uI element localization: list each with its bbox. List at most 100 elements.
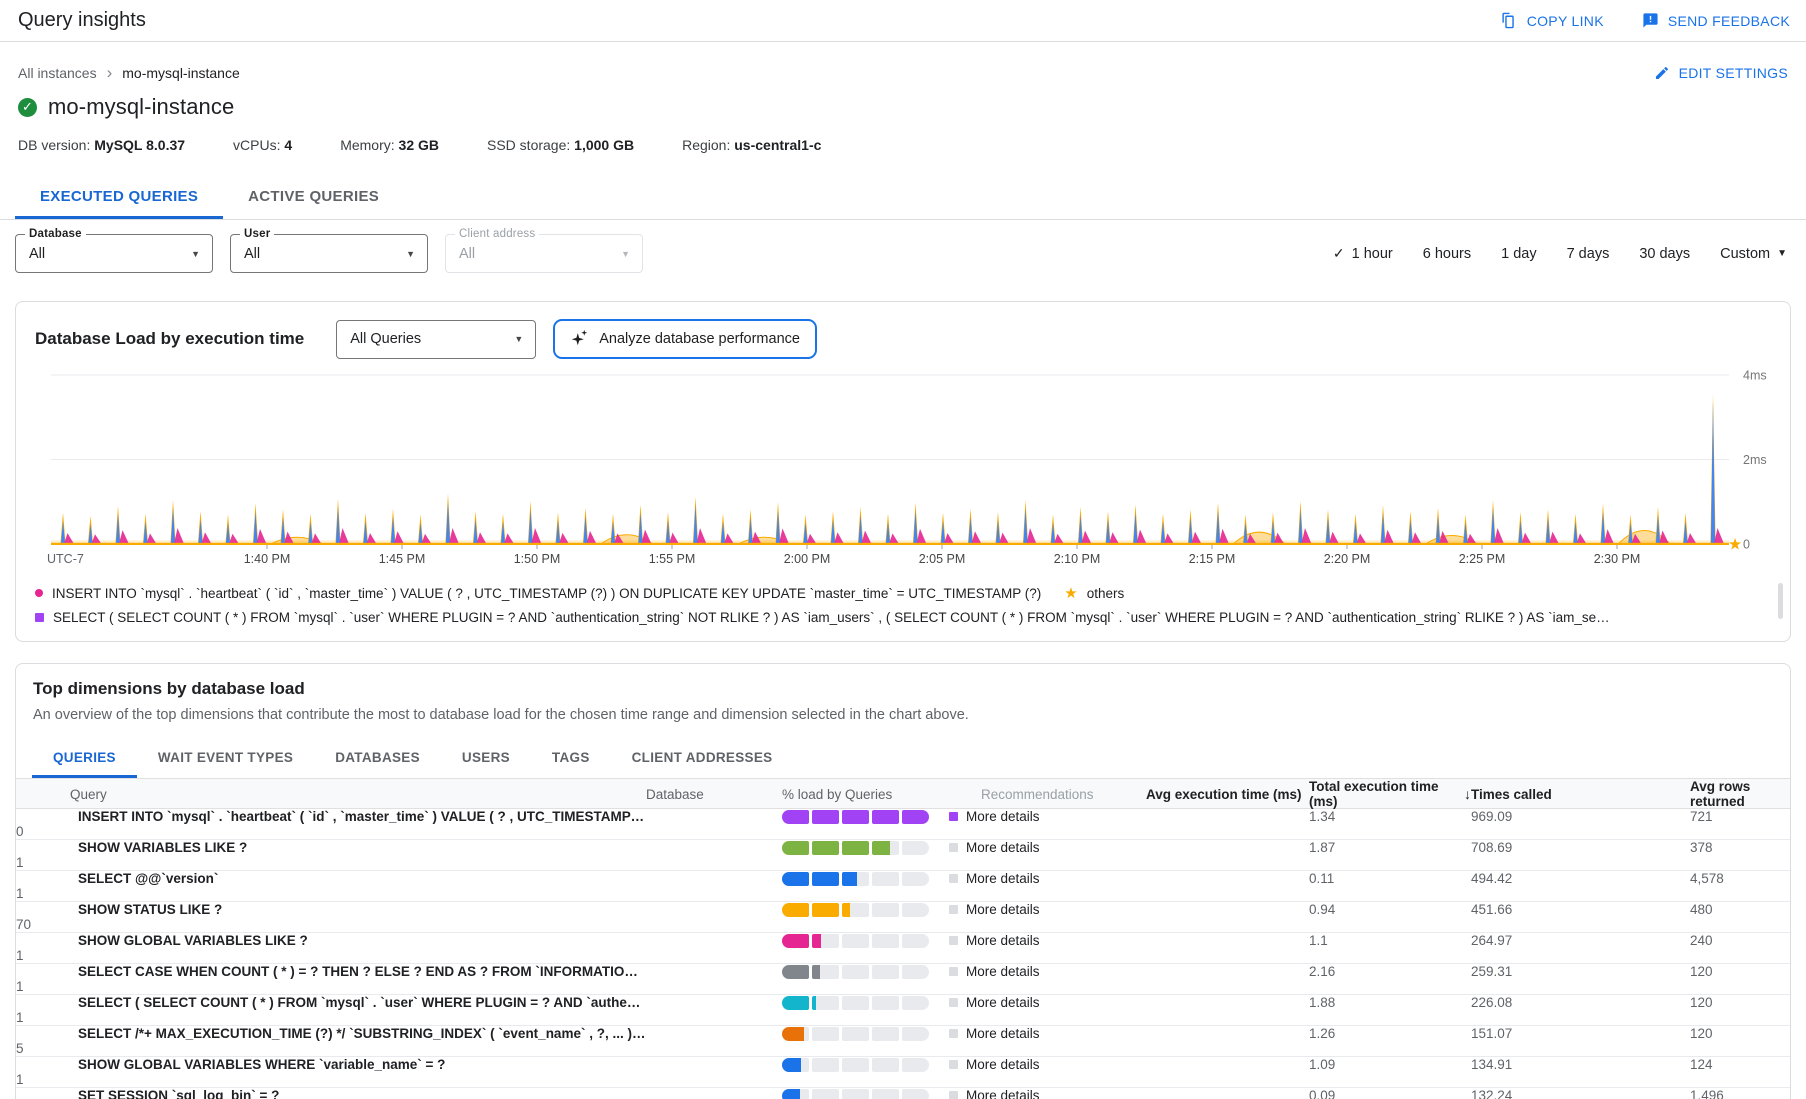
legend-others-label[interactable]: others (1087, 586, 1125, 601)
load-bar-segment (782, 841, 809, 855)
column-header-total-execution-time-ms-[interactable]: Total execution time (ms)↓ (1309, 779, 1471, 809)
query-cell[interactable]: SHOW VARIABLES LIKE ? (16, 840, 646, 855)
avg-execution-time-cell: 1.09 (1309, 1057, 1471, 1072)
filter-user[interactable]: UserAll▼ (230, 234, 428, 273)
load-bar-fill (812, 841, 839, 855)
send-feedback-button[interactable]: SEND FEEDBACK (1642, 12, 1790, 29)
load-bar-fill (842, 872, 857, 886)
query-color-marker (949, 843, 958, 852)
breadcrumb-row: All instances › mo-mysql-instance EDIT S… (15, 64, 1791, 81)
avg-execution-time-cell: 2.16 (1309, 964, 1471, 979)
tab-executed-queries[interactable]: EXECUTED QUERIES (15, 175, 223, 219)
load-bar-fill (782, 1058, 801, 1072)
analyze-database-performance-button[interactable]: Analyze database performance (553, 319, 817, 359)
svg-text:1:40 PM: 1:40 PM (244, 552, 291, 566)
breadcrumb-current: mo-mysql-instance (122, 65, 239, 81)
dimension-tab-tags[interactable]: TAGS (531, 738, 611, 778)
query-color-marker (949, 1091, 958, 1099)
chevron-down-icon: ▼ (514, 334, 523, 344)
more-details-link[interactable]: More details (966, 1026, 1040, 1041)
load-bar-segment (812, 810, 839, 824)
more-details-cell: More details (949, 871, 1146, 886)
query-cell[interactable]: SELECT ( SELECT COUNT ( * ) FROM `mysql`… (16, 995, 646, 1010)
load-bar-segment (842, 965, 869, 979)
svg-text:0: 0 (1743, 538, 1750, 552)
load-bar-segment (812, 841, 839, 855)
legend-item[interactable]: SELECT ( SELECT COUNT ( * ) FROM `mysql`… (35, 605, 1771, 629)
more-details-link[interactable]: More details (966, 1057, 1040, 1072)
time-range-custom[interactable]: Custom▼ (1720, 246, 1787, 262)
load-bar-segment (782, 965, 809, 979)
more-details-link[interactable]: More details (966, 995, 1040, 1010)
legend-scrollbar[interactable] (1778, 583, 1783, 619)
load-bar-fill (842, 903, 850, 917)
more-details-link[interactable]: More details (966, 809, 1040, 824)
query-color-marker (949, 1060, 958, 1069)
svg-text:2:15 PM: 2:15 PM (1189, 552, 1236, 566)
dimension-tab-databases[interactable]: DATABASES (314, 738, 441, 778)
copy-link-button[interactable]: COPY LINK (1501, 12, 1604, 29)
filter-database[interactable]: DatabaseAll▼ (15, 234, 213, 273)
query-color-marker (949, 812, 958, 821)
query-cell[interactable]: SET SESSION `sql_log_bin` = ? (16, 1088, 646, 1099)
dimension-tab-users[interactable]: USERS (441, 738, 531, 778)
more-details-link[interactable]: More details (966, 964, 1040, 979)
time-range-7-days[interactable]: 7 days (1567, 246, 1610, 262)
load-bar-segment (812, 1058, 839, 1072)
svg-text:2:00 PM: 2:00 PM (784, 552, 831, 566)
dimension-tab-wait-event-types[interactable]: WAIT EVENT TYPES (137, 738, 314, 778)
more-details-link[interactable]: More details (966, 902, 1040, 917)
load-bar-fill (812, 934, 821, 948)
query-cell[interactable]: INSERT INTO `mysql` . `heartbeat` ( `id`… (16, 809, 646, 824)
more-details-link[interactable]: More details (966, 871, 1040, 886)
query-cell[interactable]: SELECT @@`version` (16, 871, 646, 886)
load-bar (782, 872, 929, 886)
load-cell (782, 841, 949, 855)
top-dimensions-title: Top dimensions by database load (16, 679, 1790, 699)
load-bar-segment (902, 841, 929, 855)
chevron-down-icon: ▼ (191, 249, 200, 259)
query-cell[interactable]: SHOW GLOBAL VARIABLES WHERE `variable_na… (16, 1057, 646, 1072)
more-details-cell: More details (949, 809, 1146, 824)
load-bar-segment (872, 1089, 899, 1099)
more-details-link[interactable]: More details (966, 1088, 1040, 1099)
load-bar-segment (812, 872, 839, 886)
query-cell[interactable]: SHOW GLOBAL VARIABLES LIKE ? (16, 933, 646, 948)
more-details-link[interactable]: More details (966, 933, 1040, 948)
edit-settings-button[interactable]: EDIT SETTINGS (1654, 65, 1788, 81)
column-header-avg-execution-time-ms-[interactable]: Avg execution time (ms) (1146, 787, 1309, 802)
filter-value: All (459, 246, 475, 262)
load-bar-segment (902, 934, 929, 948)
column-header-avg-rows-returned[interactable]: Avg rows returned (1690, 779, 1790, 809)
load-bar-fill (812, 903, 839, 917)
time-range-1-hour[interactable]: ✓1 hour (1333, 245, 1393, 262)
column-header-times-called[interactable]: Times called (1471, 787, 1690, 802)
time-range-label: Custom (1720, 246, 1770, 262)
legend-item[interactable]: INSERT INTO `mysql` . `heartbeat` ( `id`… (35, 581, 1771, 605)
query-color-marker (949, 874, 958, 883)
dimension-tab-queries[interactable]: QUERIES (32, 738, 137, 778)
table-row: SELECT ( SELECT COUNT ( * ) FROM `mysql`… (16, 995, 1790, 1026)
tab-active-queries[interactable]: ACTIVE QUERIES (223, 175, 404, 219)
query-filter-select[interactable]: All Queries ▼ (336, 320, 536, 359)
times-called-cell: 4,578 (1690, 871, 1790, 886)
query-cell[interactable]: SELECT /*+ MAX_EXECUTION_TIME (?) */ `SU… (16, 1026, 646, 1041)
load-bar-segment (842, 1089, 869, 1099)
filter-label: User (240, 228, 274, 240)
query-color-marker (949, 936, 958, 945)
time-range-1-day[interactable]: 1 day (1501, 246, 1536, 262)
svg-text:★: ★ (1728, 537, 1742, 554)
dimension-tab-client-addresses[interactable]: CLIENT ADDRESSES (611, 738, 794, 778)
query-cell[interactable]: SHOW STATUS LIKE ? (16, 902, 646, 917)
total-execution-time-cell: 494.42 (1471, 871, 1690, 886)
query-cell[interactable]: SELECT CASE WHEN COUNT ( * ) = ? THEN ? … (16, 964, 646, 979)
time-range-30-days[interactable]: 30 days (1639, 246, 1690, 262)
legend-square-marker (35, 613, 44, 622)
breadcrumb-all-instances[interactable]: All instances (18, 65, 97, 81)
more-details-cell: More details (949, 1057, 1146, 1072)
load-bar-fill (782, 903, 809, 917)
more-details-link[interactable]: More details (966, 840, 1040, 855)
load-bar-segment (842, 903, 869, 917)
time-range-6-hours[interactable]: 6 hours (1423, 246, 1471, 262)
avg-rows-returned-cell: 1 (16, 855, 646, 870)
